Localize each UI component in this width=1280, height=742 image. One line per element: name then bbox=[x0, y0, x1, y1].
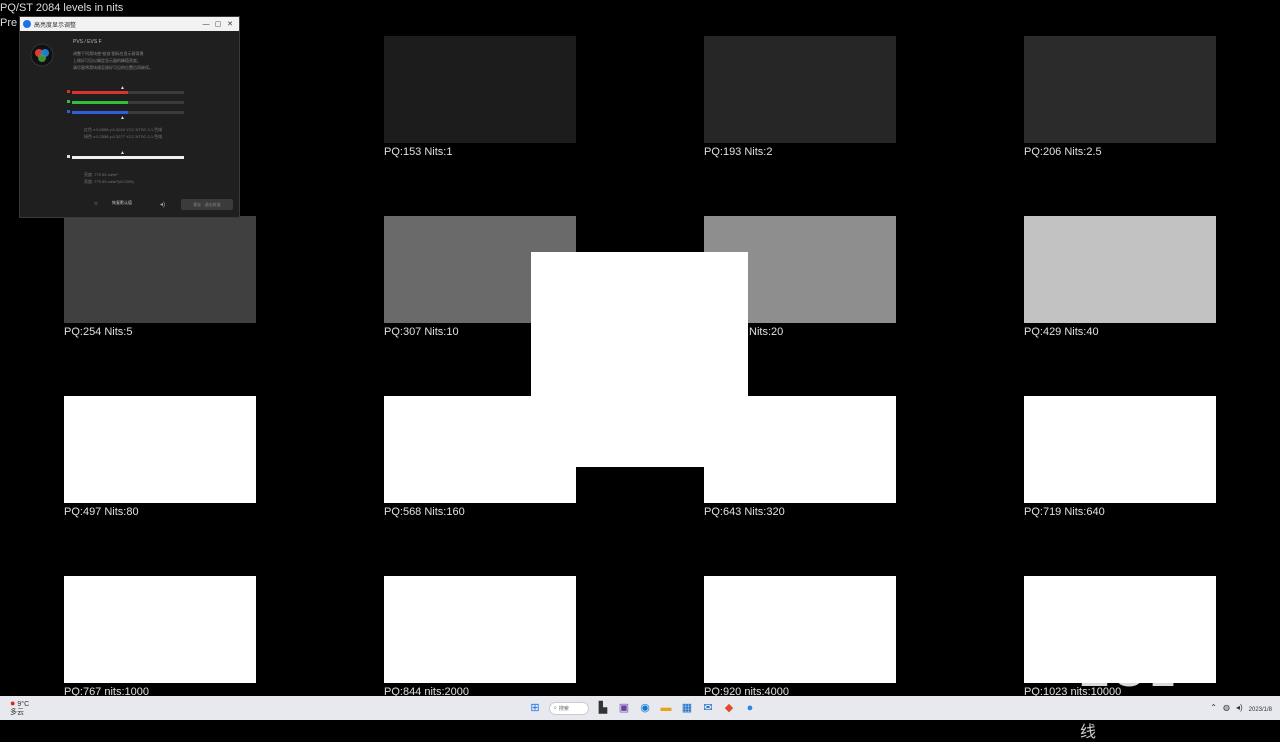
blue-slider-thumb[interactable]: ▲ bbox=[120, 115, 125, 121]
start-icon[interactable]: ⊞ bbox=[528, 701, 542, 715]
red-slider-fill bbox=[72, 91, 128, 94]
blue-slider-dot bbox=[67, 110, 70, 113]
info-icon[interactable]: ○ bbox=[94, 201, 98, 207]
app-icon-blue[interactable]: ● bbox=[743, 701, 757, 715]
rgb-logo-icon bbox=[30, 43, 54, 67]
taskbar-apps: ⊞ ⌕ 搜索 ▙ ▣ ◉ ▬ ▦ ✉ ◆ ● bbox=[528, 700, 757, 716]
white-slider-dot bbox=[67, 155, 70, 158]
red-slider[interactable]: ▲ bbox=[67, 85, 184, 94]
test-patch bbox=[384, 576, 576, 683]
minimize-icon[interactable]: — bbox=[200, 21, 212, 28]
white-slider[interactable]: ▲ bbox=[67, 150, 184, 159]
tool-desc-line: 请尽量将滑块调至刚好可见的位置后再继续。 bbox=[73, 65, 153, 70]
green-slider-dot bbox=[67, 100, 70, 103]
patch-label: PQ:719 Nits:640 bbox=[1024, 506, 1105, 518]
patch-label: Nits:20 bbox=[749, 326, 784, 338]
test-patch bbox=[64, 396, 256, 503]
store-icon[interactable]: ▦ bbox=[680, 701, 694, 715]
tool-footer: ○ 恢复默认值 ◂) 保存 · 退出校准 bbox=[20, 199, 239, 211]
speaker-icon[interactable]: ◂) bbox=[160, 201, 165, 208]
white-slider-thumb[interactable]: ▲ bbox=[120, 150, 125, 156]
weather-icon: ● bbox=[10, 698, 16, 708]
test-patch bbox=[1024, 396, 1216, 503]
patch-label: PQ:254 Nits:5 bbox=[64, 326, 133, 338]
calibration-tool-window[interactable]: 高亮度显示调整 — ▢ ✕ PVS / EVS F 调整下列滑块使“校准”图标在… bbox=[19, 16, 240, 218]
tool-desc-line: 上刚好可见以确定显示器的峰值亮度。 bbox=[73, 58, 141, 63]
page-subtitle: Pre bbox=[0, 17, 18, 29]
network-icon[interactable]: ◍ bbox=[1223, 703, 1230, 712]
search-icon: ⌕ bbox=[554, 705, 557, 711]
taskbar: ● 9°C 多云 ⊞ ⌕ 搜索 ▙ ▣ ◉ ▬ ▦ ✉ ◆ ● ⌃ ◍ ◂) 2… bbox=[0, 696, 1280, 720]
red-slider-thumb[interactable]: ▲ bbox=[120, 85, 125, 91]
close-icon[interactable]: ✕ bbox=[224, 20, 236, 28]
clock-date: 2023/1/8 bbox=[1248, 707, 1272, 713]
rgb-values-line: 红色 x:0.6558 y:0.3224 YCC NTSC 0.1 色域 bbox=[84, 127, 163, 132]
patch-label: PQ:193 Nits:2 bbox=[704, 146, 773, 158]
tool-titlebar[interactable]: 高亮度显示调整 — ▢ ✕ bbox=[20, 17, 239, 31]
chat-icon[interactable]: ▣ bbox=[617, 701, 631, 715]
clock[interactable]: 2023/1/8 bbox=[1249, 700, 1272, 714]
task-view-icon[interactable]: ▙ bbox=[596, 701, 610, 715]
overlay-white-square bbox=[531, 252, 748, 467]
test-patch bbox=[704, 36, 896, 143]
patch-label: PQ:429 Nits:40 bbox=[1024, 326, 1099, 338]
white-value-line: 亮度: 779.35 cd/m²(±0.03%) bbox=[84, 179, 134, 184]
patch-label: PQ:307 Nits:10 bbox=[384, 326, 459, 338]
white-value-line: 亮度: 779.35 cd/m² bbox=[84, 172, 118, 177]
weather-widget[interactable]: ● 9°C 多云 bbox=[10, 699, 29, 717]
search-label: 搜索 bbox=[558, 705, 569, 712]
white-slider-fill bbox=[72, 156, 184, 159]
maximize-icon[interactable]: ▢ bbox=[212, 20, 224, 28]
patch-label: PQ:643 Nits:320 bbox=[704, 506, 785, 518]
rgb-values-line: 绿色 x:0.2558 y:0.3277 YCC NTSC 0.1 色域 bbox=[84, 134, 163, 139]
page-title: PQ/ST 2084 levels in nits bbox=[0, 2, 124, 14]
chevron-up-icon[interactable]: ⌃ bbox=[1210, 703, 1217, 712]
blue-slider-fill bbox=[72, 111, 128, 114]
edge-icon[interactable]: ◉ bbox=[638, 701, 652, 715]
volume-icon[interactable]: ◂) bbox=[1236, 703, 1243, 712]
mail-icon[interactable]: ✉ bbox=[701, 701, 715, 715]
green-slider[interactable] bbox=[67, 100, 184, 104]
save-exit-button[interactable]: 保存 · 退出校准 bbox=[181, 199, 233, 210]
tool-desc-line: 调整下列滑块使“校准”图标在显示屏背景 bbox=[73, 51, 144, 56]
blue-slider[interactable]: ▲ bbox=[67, 110, 184, 121]
weather-temp: 9°C bbox=[17, 701, 30, 708]
weather-desc: 多云 bbox=[10, 709, 24, 716]
patch-label: PQ:568 Nits:160 bbox=[384, 506, 465, 518]
test-patch bbox=[384, 36, 576, 143]
test-patch bbox=[704, 576, 896, 683]
patch-label: PQ:206 Nits:2.5 bbox=[1024, 146, 1102, 158]
test-patch bbox=[1024, 36, 1216, 143]
file-explorer-icon[interactable]: ▬ bbox=[659, 701, 673, 715]
app-icon bbox=[23, 20, 31, 28]
app-icon-red[interactable]: ◆ bbox=[722, 701, 736, 715]
reset-button[interactable]: 恢复默认值 bbox=[112, 200, 132, 206]
green-slider-fill bbox=[72, 101, 128, 104]
test-patch bbox=[1024, 216, 1216, 323]
test-patch bbox=[64, 216, 256, 323]
red-slider-dot bbox=[67, 90, 70, 93]
patch-label: PQ:497 Nits:80 bbox=[64, 506, 139, 518]
watermark-logo: ZOL bbox=[1080, 650, 1178, 696]
system-tray: ⌃ ◍ ◂) 2023/1/8 bbox=[1210, 700, 1272, 714]
taskbar-search[interactable]: ⌕ 搜索 bbox=[549, 701, 589, 715]
test-patch bbox=[64, 576, 256, 683]
tool-heading: PVS / EVS F bbox=[73, 39, 102, 45]
patch-label: PQ:153 Nits:1 bbox=[384, 146, 453, 158]
tool-window-title: 高亮度显示调整 bbox=[34, 22, 77, 29]
